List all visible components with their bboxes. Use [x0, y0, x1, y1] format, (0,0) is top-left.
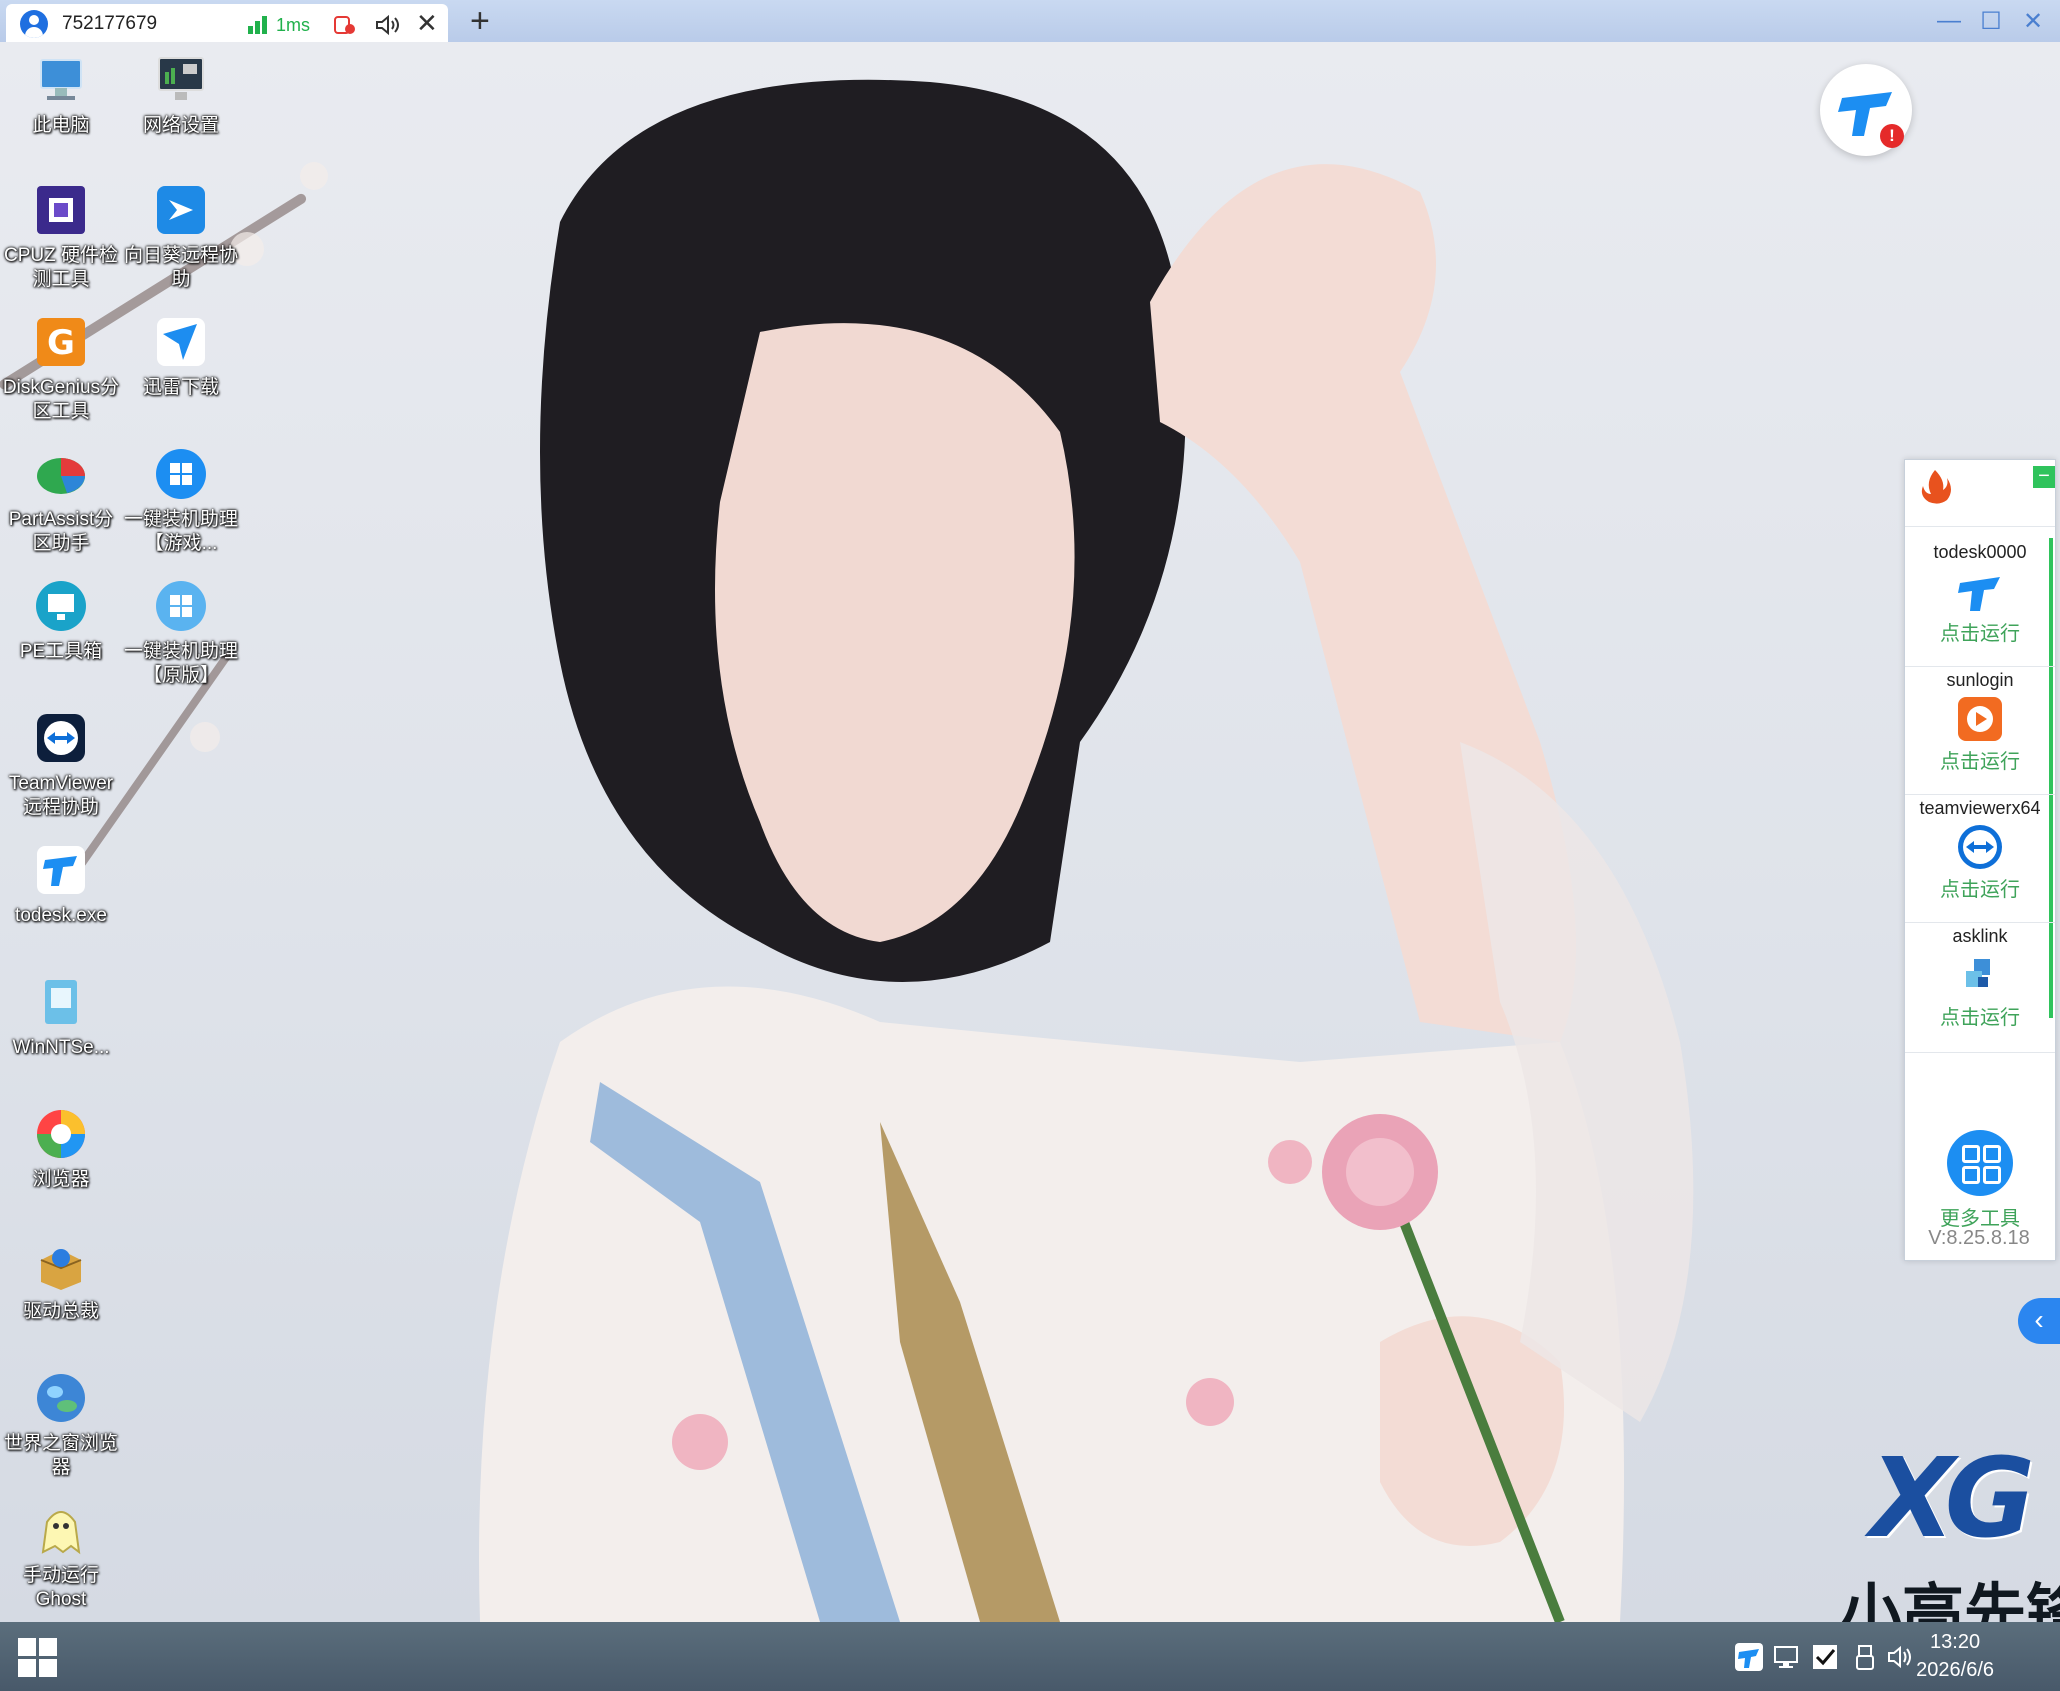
- close-window-button[interactable]: ✕: [2012, 0, 2054, 42]
- grid-icon: [1947, 1130, 2013, 1196]
- driver-icon: [33, 1238, 89, 1294]
- asklink-icon: [1954, 951, 2006, 999]
- signal-strength-icon: [248, 16, 270, 34]
- session-titlebar: 752177679 1ms ✕ + — ☐ ✕: [0, 0, 2060, 43]
- tool-sunlogin[interactable]: sunlogin 点击运行: [1905, 670, 2055, 774]
- pe-toolbox-icon: [33, 578, 89, 634]
- desktop-icon-network-settings[interactable]: 网络设置: [120, 52, 242, 138]
- volume-icon[interactable]: [374, 13, 402, 37]
- desktop-icon-todesk[interactable]: todesk.exe: [0, 842, 122, 928]
- portrait-illustration: [479, 79, 1694, 1622]
- cpuz-icon: [33, 182, 89, 238]
- winntsetup-icon: [33, 974, 89, 1030]
- svg-text:G: G: [47, 323, 75, 363]
- user-avatar-icon: [20, 10, 48, 38]
- close-tab-button[interactable]: ✕: [416, 8, 438, 39]
- partassist-icon: [33, 446, 89, 502]
- install-assistant-game-icon: [153, 446, 209, 502]
- run-button[interactable]: 点击运行: [1905, 745, 2055, 774]
- browser-icon: [33, 1106, 89, 1162]
- teamviewer-icon: [33, 710, 89, 766]
- todesk-floating-button[interactable]: !: [1820, 64, 1912, 156]
- minimize-button[interactable]: —: [1928, 0, 1970, 42]
- computer-icon: [33, 52, 89, 108]
- desktop-icon-teamviewer[interactable]: TeamViewer远程协助: [0, 710, 122, 820]
- alert-badge-icon: !: [1880, 124, 1904, 148]
- collapse-panel-button[interactable]: ‹: [2018, 1298, 2060, 1344]
- panel-minimize-button[interactable]: −: [2033, 466, 2055, 488]
- new-tab-button[interactable]: +: [470, 2, 490, 41]
- sunflower-remote-icon: [153, 182, 209, 238]
- thunder-download-icon: [153, 314, 209, 370]
- latency-value: 1ms: [276, 15, 311, 35]
- tool-todesk[interactable]: todesk0000 点击运行: [1905, 542, 2055, 646]
- clock-time: 13:20: [1930, 1631, 1981, 1653]
- theworld-browser-icon: [33, 1370, 89, 1426]
- todesk-icon: [1954, 567, 2006, 615]
- maximize-button[interactable]: ☐: [1970, 0, 2012, 42]
- desktop-icon-ghost[interactable]: 手动运行Ghost: [0, 1502, 122, 1612]
- start-button[interactable]: [18, 1638, 58, 1678]
- install-assistant-original-icon: [153, 578, 209, 634]
- checkbox-tray-icon[interactable]: [1810, 1642, 1840, 1672]
- more-tools-button[interactable]: 更多工具: [1905, 1130, 2055, 1231]
- desktop-icon-install-assistant-game[interactable]: 一键装机助理【游戏...: [120, 446, 242, 556]
- ghost-icon: [33, 1502, 89, 1558]
- record-icon[interactable]: [332, 13, 356, 37]
- desktop-icon-partassist[interactable]: PartAssist分区助手: [0, 446, 122, 556]
- run-button[interactable]: 点击运行: [1905, 873, 2055, 902]
- desktop-icon-pe-toolbox[interactable]: PE工具箱: [0, 578, 122, 664]
- desktop-icon-cpuz[interactable]: CPUZ 硬件检测工具: [0, 182, 122, 292]
- desktop-icon-browser[interactable]: 浏览器: [0, 1106, 122, 1192]
- system-clock[interactable]: 13:20 2026/6/6: [1916, 1628, 1994, 1684]
- remote-tools-panel: − todesk0000 点击运行 sunlogin 点击运行 teamview…: [1904, 459, 2056, 1261]
- panel-version: V:8.25.8.18: [1928, 1227, 2030, 1249]
- desktop-icon-theworld-browser[interactable]: 世界之窗浏览器: [0, 1370, 122, 1480]
- usb-tray-icon[interactable]: [1850, 1642, 1880, 1672]
- run-button[interactable]: 点击运行: [1905, 617, 2055, 646]
- network-settings-icon: [153, 52, 209, 108]
- desktop-icon-install-assistant-original[interactable]: 一键装机助理【原版】: [120, 578, 242, 688]
- todesk-icon: [33, 842, 89, 898]
- device-code: 752177679: [62, 13, 158, 34]
- session-tab[interactable]: 752177679 1ms ✕: [6, 4, 448, 42]
- desktop-icon-winntsetup[interactable]: WinNTSe...: [0, 974, 122, 1060]
- flame-logo-icon: [1921, 470, 1951, 504]
- clock-date: 2026/6/6: [1916, 1659, 1994, 1681]
- todesk-tray-icon[interactable]: [1734, 1642, 1764, 1672]
- diskgenius-icon: G: [33, 314, 89, 370]
- xg-logo: XG 小高先锋: [1840, 1434, 2060, 1622]
- network-tray-icon[interactable]: [1772, 1642, 1802, 1672]
- desktop-icon-driver[interactable]: 驱动总裁: [0, 1238, 122, 1324]
- window-controls: — ☐ ✕: [1928, 0, 2054, 42]
- desktop-icon-thunder[interactable]: 迅雷下载: [120, 314, 242, 400]
- teamviewer-icon: [1954, 823, 2006, 871]
- tool-teamviewer[interactable]: teamviewerx64 点击运行: [1905, 798, 2055, 902]
- run-button[interactable]: 点击运行: [1905, 1001, 2055, 1030]
- desktop-icon-diskgenius[interactable]: G DiskGenius分区工具: [0, 314, 122, 424]
- sunlogin-icon: [1954, 695, 2006, 743]
- remote-desktop[interactable]: 此电脑 网络设置 CPUZ 硬件检测工具 向日葵远程协助 G DiskGeniu…: [0, 42, 2060, 1622]
- volume-tray-icon[interactable]: [1886, 1642, 1916, 1672]
- desktop-icon-sunflower-remote[interactable]: 向日葵远程协助: [120, 182, 242, 292]
- tool-asklink[interactable]: asklink 点击运行: [1905, 926, 2055, 1030]
- desktop-icon-this-pc[interactable]: 此电脑: [0, 52, 122, 138]
- taskbar: 13:20 2026/6/6: [0, 1622, 2060, 1691]
